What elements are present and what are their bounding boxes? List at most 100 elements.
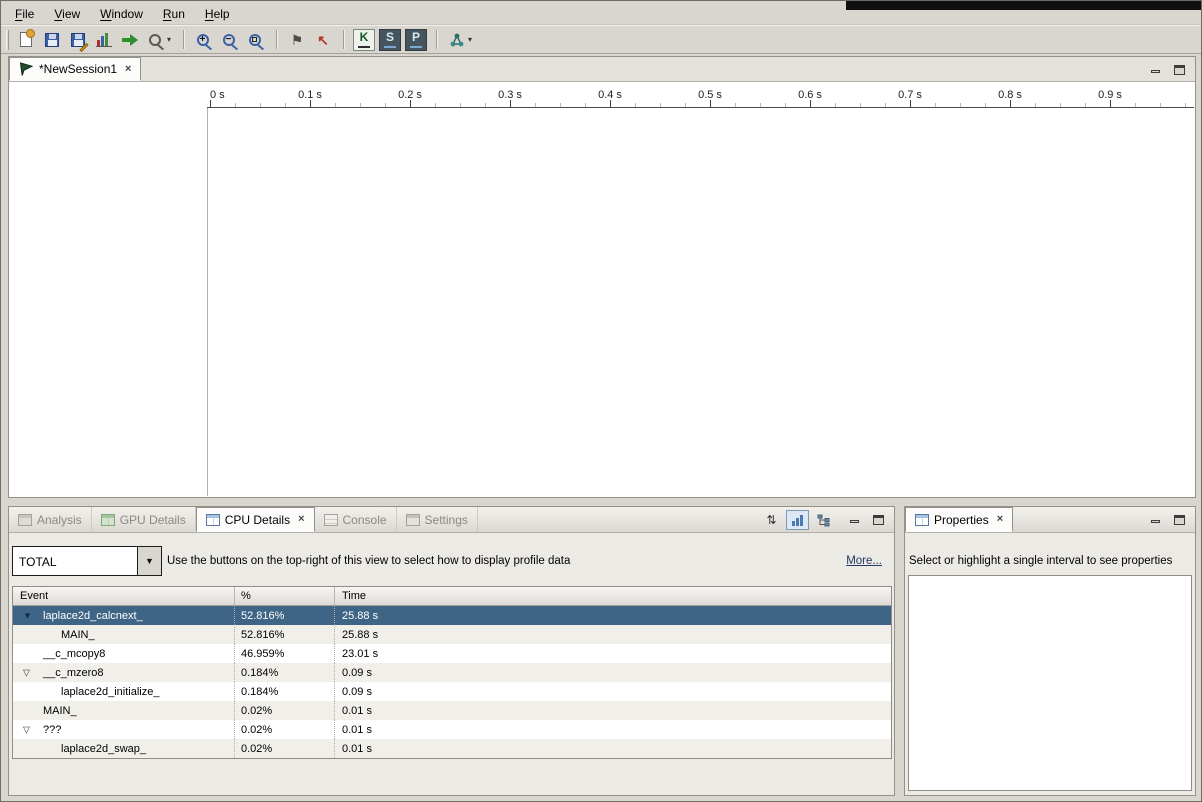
toolbar-handle[interactable] [6, 30, 9, 50]
display-mode-select[interactable]: TOTAL ▼ [12, 546, 162, 576]
timeline-ruler: 0 s0.1 s0.2 s0.3 s0.4 s0.5 s0.6 s0.7 s0.… [207, 86, 1194, 108]
table-row[interactable]: ▼laplace2d_calcnext_52.816%25.88 s [13, 606, 891, 625]
table-row[interactable]: laplace2d_swap_0.02%0.01 s [13, 739, 891, 758]
save-icon [45, 33, 59, 47]
maximize-icon [1174, 65, 1185, 75]
events-table: Event%Time ▼laplace2d_calcnext_52.816%25… [12, 586, 892, 759]
toolbar-separator [343, 30, 344, 49]
toolbar-separator [183, 30, 184, 49]
close-tab-icon[interactable]: × [298, 514, 304, 525]
tab-settings[interactable]: Settings [397, 507, 478, 532]
kernel-toggle-button[interactable]: K [353, 29, 375, 51]
combo-dropdown-button[interactable]: ▼ [137, 547, 161, 575]
cpu-details-content: TOTAL ▼ Use the buttons on the top-right… [9, 533, 894, 795]
save-as-icon [71, 33, 85, 47]
sort-order-button[interactable]: ⇅ [760, 510, 783, 530]
ruler-tick-mark [310, 100, 311, 107]
percent-cell: 0.02% [235, 739, 335, 758]
settings-tab-icon [406, 514, 420, 526]
profile-chart-button[interactable] [92, 28, 116, 52]
time-cell: 23.01 s [335, 644, 891, 663]
timeline-row-labels-pane [10, 108, 207, 496]
profile-toggle-button[interactable]: P [405, 29, 427, 51]
tab-cpu-details[interactable]: CPU Details× [196, 507, 315, 532]
profile-letter-icon: P [410, 31, 422, 47]
gpu-tab-icon [101, 514, 115, 526]
close-properties-tab-icon[interactable]: × [997, 514, 1003, 525]
table-row[interactable]: laplace2d_initialize_0.184%0.09 s [13, 682, 891, 701]
tab-properties[interactable]: Properties × [905, 507, 1013, 532]
table-row[interactable]: __c_mcopy846.959%23.01 s [13, 644, 891, 663]
column-header-time[interactable]: Time [335, 587, 891, 605]
event-name: laplace2d_swap_ [61, 743, 146, 755]
minimize-properties-button[interactable] [1147, 512, 1163, 527]
properties-content: Select or highlight a single interval to… [905, 533, 1195, 795]
new-session-button[interactable] [14, 28, 38, 52]
maximize-properties-button[interactable] [1171, 512, 1187, 527]
chevron-down-icon[interactable]: ▾ [468, 36, 472, 44]
ruler-tick-mark [210, 100, 211, 107]
console-tab-icon [324, 514, 338, 526]
tree-expander-icon[interactable]: ▽ [23, 725, 30, 734]
call-tree-view-button[interactable] [812, 510, 835, 530]
event-name: MAIN_ [43, 705, 77, 717]
source-toggle-button[interactable]: S [379, 29, 401, 51]
timeline-canvas[interactable] [208, 108, 1194, 496]
zoom-fit-button[interactable] [244, 28, 268, 52]
event-name: __c_mzero8 [43, 667, 104, 679]
tab-analysis[interactable]: Analysis [9, 507, 92, 532]
minimize-icon [850, 520, 859, 523]
column-header-event[interactable]: Event [13, 587, 235, 605]
zoom-in-button[interactable]: + [192, 28, 216, 52]
event-name: laplace2d_calcnext_ [43, 610, 143, 622]
toolbar-separator [436, 30, 437, 49]
table-row[interactable]: MAIN_0.02%0.01 s [13, 701, 891, 720]
event-name: laplace2d_initialize_ [61, 686, 159, 698]
table-row[interactable]: MAIN_52.816%25.88 s [13, 625, 891, 644]
tree-expander-icon[interactable]: ▼ [23, 611, 32, 620]
ruler-tick-mark [1110, 100, 1111, 107]
molecule-icon [449, 32, 465, 48]
previous-marker-button[interactable]: ↖ [311, 28, 335, 52]
properties-view: Properties × Select or highlight a singl… [904, 506, 1196, 796]
minimize-editor-button[interactable] [1147, 62, 1163, 77]
tab-session[interactable]: *NewSession1 × [9, 57, 141, 81]
maximize-editor-button[interactable] [1171, 62, 1187, 77]
next-marker-button[interactable]: ⚑ [285, 28, 309, 52]
column-header-percent[interactable]: % [235, 587, 335, 605]
ruler-tick-mark [810, 100, 811, 107]
table-row[interactable]: ▽???0.02%0.01 s [13, 720, 891, 739]
details-view: AnalysisGPU DetailsCPU Details×ConsoleSe… [8, 506, 895, 796]
ruler-tick-label: 0 s [210, 89, 225, 101]
analysis-button[interactable]: ▾ [445, 28, 476, 52]
minimize-details-button[interactable] [846, 512, 862, 527]
table-row[interactable]: ▽__c_mzero80.184%0.09 s [13, 663, 891, 682]
menu-file[interactable]: File [5, 5, 44, 23]
search-tools-button[interactable]: ▾ [145, 28, 175, 52]
ruler-tick-mark [410, 100, 411, 107]
time-cell: 25.88 s [335, 606, 891, 625]
display-hint-text: Use the buttons on the top-right of this… [167, 555, 570, 567]
zoom-out-button[interactable]: − [218, 28, 242, 52]
percent-cell: 46.959% [235, 644, 335, 663]
menu-run[interactable]: Run [153, 5, 195, 23]
menu-window[interactable]: Window [90, 5, 153, 23]
menu-help[interactable]: Help [195, 5, 240, 23]
tab-console[interactable]: Console [315, 507, 397, 532]
save-button[interactable] [40, 28, 64, 52]
more-link[interactable]: More... [846, 555, 882, 567]
new-document-icon [20, 32, 32, 47]
flat-profile-view-button[interactable] [786, 510, 809, 530]
time-cell: 0.01 s [335, 701, 891, 720]
tree-expander-icon[interactable]: ▽ [23, 668, 30, 677]
maximize-details-button[interactable] [870, 512, 886, 527]
minimize-icon [1151, 520, 1160, 523]
save-as-button[interactable] [66, 28, 90, 52]
table-body: ▼laplace2d_calcnext_52.816%25.88 sMAIN_5… [13, 606, 891, 758]
close-session-tab-icon[interactable]: × [125, 64, 131, 75]
percent-cell: 0.02% [235, 720, 335, 739]
menu-view[interactable]: View [44, 5, 90, 23]
chevron-down-icon[interactable]: ▾ [167, 36, 171, 44]
tab-gpu-details[interactable]: GPU Details [92, 507, 196, 532]
export-profile-button[interactable] [118, 28, 143, 52]
